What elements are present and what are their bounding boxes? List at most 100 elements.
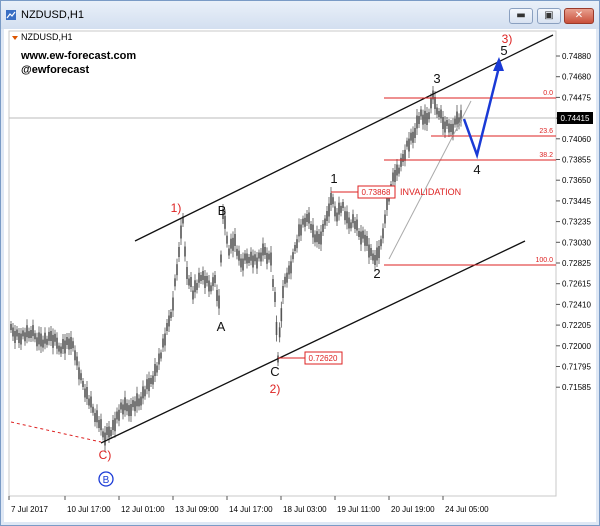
candle-body [190, 277, 192, 287]
candle-body [414, 128, 416, 138]
candle-body [94, 413, 96, 422]
candle-body [70, 337, 72, 349]
candle-body [202, 271, 204, 280]
candle-body [288, 265, 290, 275]
candle-body [240, 258, 242, 268]
candle-body [336, 212, 338, 222]
candle-body [280, 308, 283, 322]
candle-body [136, 393, 138, 407]
price-tick-label: 0.71795 [562, 363, 591, 372]
candle-body [394, 170, 396, 182]
candle-body [122, 404, 124, 415]
candle-body [158, 353, 160, 365]
candle-body [306, 214, 308, 222]
invalidation-price: 0.73868 [362, 188, 391, 197]
candle-body [10, 324, 12, 330]
candle-body [28, 331, 30, 339]
candle-body [420, 109, 422, 117]
candle-body [228, 248, 230, 256]
candle-body [350, 222, 352, 229]
candle-body [396, 164, 398, 176]
candle-body [244, 253, 246, 261]
candle-body [448, 123, 450, 133]
candle-body [16, 329, 18, 337]
candle-body [128, 405, 130, 417]
candle-body [308, 212, 310, 224]
maximize-button[interactable]: ▣ [537, 8, 561, 24]
price-tick-label: 0.74475 [562, 93, 591, 102]
time-tick-label: 7 Jul 2017 [11, 505, 48, 514]
candle-body [68, 338, 70, 350]
candle-body [72, 341, 74, 349]
candle-body [354, 221, 356, 229]
candle-body [346, 211, 348, 224]
candle-body [36, 337, 38, 347]
candle-body [282, 286, 284, 298]
candle-body [40, 333, 42, 347]
candle-body [410, 132, 412, 141]
candle-body [96, 410, 98, 423]
candle-body [100, 419, 102, 431]
title-bar[interactable]: NZDUSD,H1 ▬ ▣ ✕ [1, 1, 599, 29]
candle-body [226, 235, 228, 244]
candle-body [140, 396, 142, 406]
candle-body [220, 254, 222, 263]
price-tick-label: 0.72615 [562, 280, 591, 289]
price-tick-label: 0.72205 [562, 321, 591, 330]
candle-body [312, 224, 314, 238]
candle-body [62, 339, 64, 349]
candle-body [428, 112, 430, 120]
candle-body [20, 333, 22, 345]
candle-body [126, 403, 128, 412]
candle-body [304, 217, 306, 227]
candle-body [376, 247, 378, 261]
candle-body [356, 219, 358, 231]
candle-body [322, 224, 324, 232]
candle-body [218, 295, 220, 309]
candle-body [398, 167, 400, 174]
candle-body [422, 114, 424, 125]
candle-body [298, 224, 300, 237]
time-tick-label: 12 Jul 01:00 [121, 505, 165, 514]
wave-label-2: 2 [373, 266, 380, 281]
plot-frame [8, 30, 557, 497]
candle-body [404, 149, 406, 161]
candle-body [332, 197, 334, 205]
candle-body [238, 250, 240, 261]
candle-body [358, 231, 360, 237]
candle-body [320, 231, 322, 245]
candle-body [164, 333, 166, 346]
candle-body [334, 206, 336, 217]
time-tick-label: 20 Jul 19:00 [391, 505, 435, 514]
price-chart[interactable]: NZDUSD,H1 www.ew-forecast.com @ewforecas… [4, 29, 596, 522]
chart-app-icon [6, 10, 16, 20]
candle-body [200, 275, 202, 281]
invalidation-label: INVALIDATION [400, 187, 461, 197]
candle-body [192, 290, 194, 300]
candle-body [442, 117, 444, 129]
close-button[interactable]: ✕ [564, 8, 594, 24]
candle-body [172, 297, 174, 311]
candle-body [102, 431, 104, 438]
candle-body [108, 426, 110, 438]
candle-body [148, 378, 150, 392]
time-axis: 7 Jul 2017 10 Jul 17:00 12 Jul 01:00 13 Jul… [8, 496, 489, 514]
wave-label-red-2: 2) [270, 382, 281, 396]
candle-body [74, 350, 76, 361]
chart-window: NZDUSD,H1 ▬ ▣ ✕ NZDUSD,H1 www.ew-forecas… [0, 0, 600, 526]
candle-body [338, 202, 340, 215]
candle-body [166, 323, 168, 331]
chart-canvas[interactable]: NZDUSD,H1 www.ew-forecast.com @ewforecas… [4, 29, 596, 522]
candle-body [260, 252, 262, 262]
candle-body [14, 331, 16, 343]
fib-label-236: 23.6 [539, 128, 553, 135]
candle-body [366, 236, 368, 246]
minimize-button[interactable]: ▬ [509, 8, 533, 24]
current-price-value: 0.74415 [561, 114, 590, 123]
candle-body [26, 325, 28, 338]
symbol-arrow-icon [12, 36, 18, 40]
candle-body [210, 285, 212, 292]
candle-body [88, 398, 90, 406]
price-tick-label: 0.73445 [562, 197, 591, 206]
fib-label-382: 38.2 [539, 152, 553, 159]
